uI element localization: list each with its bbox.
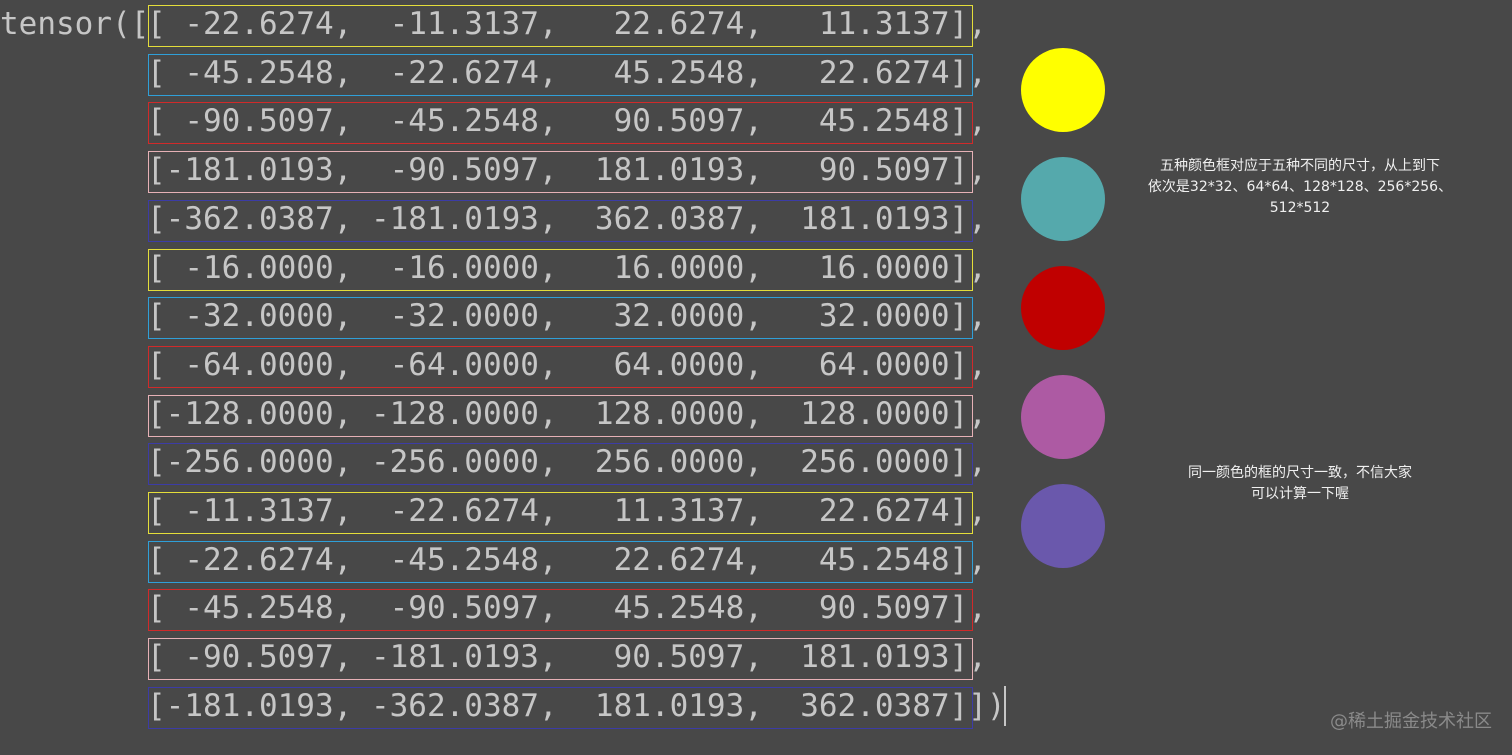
row-highlight-box	[148, 199, 973, 242]
legend-circle-purple	[1021, 484, 1105, 568]
row-highlight-box	[148, 686, 973, 729]
legend-circle-teal	[1021, 157, 1105, 241]
legend-circle-yellow	[1021, 48, 1105, 132]
row-highlight-box	[148, 5, 973, 47]
row-highlight-box	[148, 151, 973, 194]
size-note-line-3: 512*512	[1269, 200, 1331, 216]
size-note-line-1: 五种颜色框对应于五种不同的尺寸，从上到下	[1160, 158, 1440, 174]
row-highlight-box	[148, 53, 973, 96]
legend-circle-red	[1021, 266, 1105, 350]
tensor-prefix: tensor([	[0, 6, 150, 42]
size-note-line-2: 依次是32*32、64*64、128*128、256*256、	[1147, 179, 1453, 195]
watermark: @稀土掘金技术社区	[1330, 711, 1492, 732]
row-highlight-box	[148, 492, 973, 534]
legend-circle-pink	[1021, 375, 1105, 459]
row-highlight-box	[148, 638, 973, 681]
row-highlight-box	[148, 297, 973, 340]
size-note: 五种颜色框对应于五种不同的尺寸，从上到下 依次是32*32、64*64、128*…	[1122, 156, 1478, 219]
row-highlight-box	[148, 345, 973, 388]
row-highlight-box	[148, 248, 973, 291]
same-size-note: 同一颜色的框的尺寸一致，不信大家 可以计算一下喔	[1150, 463, 1450, 505]
same-size-note-line-2: 可以计算一下喔	[1251, 486, 1349, 502]
row-highlight-box	[148, 589, 973, 632]
row-highlight-box	[148, 394, 973, 437]
row-highlight-box	[148, 540, 973, 583]
text-cursor	[1004, 686, 1006, 726]
same-size-note-line-1: 同一颜色的框的尺寸一致，不信大家	[1188, 465, 1412, 481]
row-highlight-box	[148, 102, 973, 145]
row-highlight-box	[148, 443, 973, 486]
